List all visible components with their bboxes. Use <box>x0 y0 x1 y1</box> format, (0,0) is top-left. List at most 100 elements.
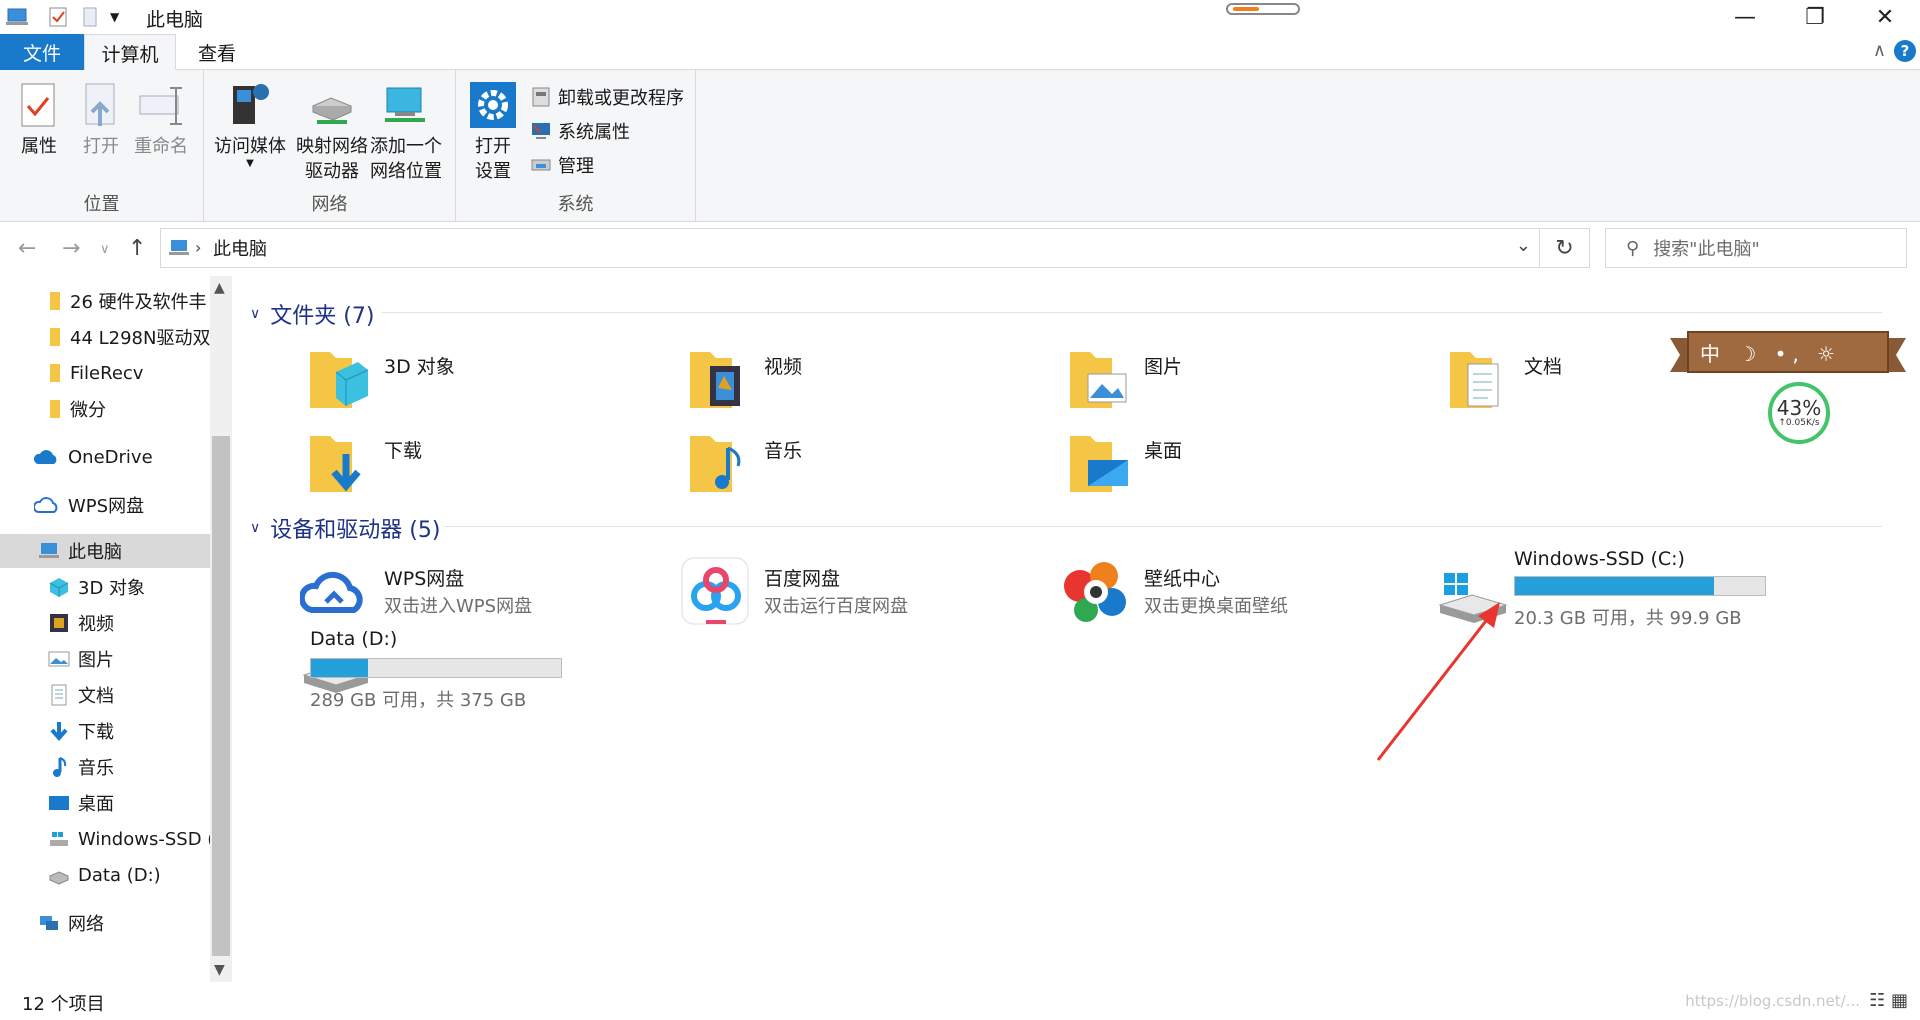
status-bar: 12 个项目 https://blog.csdn.net/... ☷ ▦ <box>0 982 1920 1020</box>
group-label-network: 网络 <box>311 194 348 215</box>
d-drive-usage-fill <box>311 659 369 677</box>
scroll-down-icon[interactable]: ▼ <box>214 962 225 978</box>
help-button[interactable]: ? <box>1894 40 1916 62</box>
open-settings-button[interactable]: 打开 设置 <box>468 80 518 184</box>
sidebar-item-d-drive[interactable]: Data (D:) <box>0 858 210 892</box>
sidebar-item-pictures[interactable]: 图片 <box>0 642 210 676</box>
quick-access-dropdown-icon[interactable]: ▼ <box>110 10 119 24</box>
computer-icon <box>169 240 189 255</box>
sidebar-item-network[interactable]: 网络 <box>0 906 210 940</box>
sidebar-item-wps[interactable]: WPS网盘 <box>0 488 210 522</box>
tab-computer[interactable]: 计算机 <box>84 34 176 71</box>
music-note-icon <box>53 757 67 777</box>
close-button[interactable]: ✕ <box>1850 0 1920 34</box>
recent-locations-icon[interactable]: ∨ <box>100 242 110 257</box>
section-folders[interactable]: ∨ 文件夹 (7) <box>250 298 374 330</box>
folder-icon <box>50 400 60 418</box>
drag-handle[interactable] <box>1226 3 1300 15</box>
device-d-drive[interactable]: Data (D:) 289 GB 可用，共 375 GB <box>300 628 720 711</box>
search-placeholder: 搜索"此电脑" <box>1653 239 1760 260</box>
search-icon: ⚲ <box>1626 237 1640 259</box>
sidebar-item-music[interactable]: 音乐 <box>0 750 210 784</box>
device-wps-cloud[interactable]: WPS网盘 双击进入WPS网盘 <box>300 556 680 636</box>
map-network-drive-button[interactable]: 映射网络 驱动器 <box>296 80 368 184</box>
onedrive-cloud-icon <box>34 450 57 464</box>
forward-arrow-icon[interactable]: → <box>62 236 80 261</box>
computer-icon[interactable] <box>6 6 30 28</box>
refresh-button[interactable]: ↻ <box>1540 228 1590 268</box>
picture-icon <box>48 651 70 667</box>
c-drive-usage-fill <box>1515 577 1715 595</box>
window-title: 此电脑 <box>146 9 204 31</box>
folder-music[interactable]: 音乐 <box>688 428 1048 508</box>
sidebar-item-downloads[interactable]: 下载 <box>0 714 210 748</box>
back-arrow-icon[interactable]: ← <box>18 236 36 261</box>
system-properties-icon <box>532 123 550 139</box>
sidebar-item-desktop[interactable]: 桌面 <box>0 786 210 820</box>
navigation-bar: ← → ∨ ↑ › 此电脑 ⌄ ↻ ⚲ 搜索"此电脑" <box>0 222 1920 276</box>
section-devices-header[interactable]: ∨ 设备和驱动器 (5) <box>250 512 440 544</box>
sidebar-item-c-drive[interactable]: Windows-SSD ( <box>0 822 210 856</box>
sidebar-item-folder-26[interactable]: 26 硬件及软件丰 <box>0 284 210 318</box>
sidebar-item-this-pc[interactable]: 此电脑 <box>0 534 210 568</box>
system-properties-button[interactable]: 系统属性 <box>530 118 630 144</box>
sidebar-item-3d-objects[interactable]: 3D 对象 <box>0 570 210 604</box>
view-details-icon[interactable]: ☷ ▦ <box>1869 990 1908 1011</box>
properties-quick-icon[interactable] <box>48 6 68 28</box>
document-icon <box>51 684 67 706</box>
settings-gear-icon <box>470 82 516 128</box>
folder-downloads[interactable]: 下载 <box>308 428 668 508</box>
scrollbar-thumb[interactable] <box>212 436 230 956</box>
baidu-netdisk-icon <box>681 557 749 625</box>
tab-view[interactable]: 查看 <box>180 34 254 70</box>
address-path: 此电脑 <box>213 239 267 260</box>
uninstall-programs-button[interactable]: 卸载或更改程序 <box>530 84 684 110</box>
uninstall-icon <box>532 87 550 107</box>
rename-icon <box>139 87 182 125</box>
download-arrow-icon <box>50 722 68 742</box>
sidebar-item-weifen[interactable]: 微分 <box>0 392 210 426</box>
scroll-up-icon[interactable]: ▲ <box>214 280 225 296</box>
sidebar-item-filerecv[interactable]: FileRecv <box>0 356 210 390</box>
d-drive-name: Data (D:) <box>310 628 398 650</box>
folder-desktop[interactable]: 桌面 <box>1068 428 1428 508</box>
device-baidu-cloud[interactable]: 百度网盘 双击运行百度网盘 <box>680 556 1060 636</box>
folder-pictures[interactable]: 图片 <box>1068 344 1428 424</box>
folder-icon <box>50 292 60 310</box>
sidebar-item-folder-44[interactable]: 44 L298N驱动双 <box>0 320 210 354</box>
rename-button[interactable]: 重命名 <box>134 80 188 159</box>
ribbon-group-network: 访问媒体 ▼ 映射网络 驱动器 添加一个 网络位置 网络 <box>204 70 456 222</box>
open-button[interactable]: 打开 <box>76 80 126 159</box>
path-chevron-icon[interactable]: › <box>195 238 201 257</box>
address-dropdown-icon[interactable]: ⌄ <box>1516 235 1531 256</box>
network-icon <box>40 916 58 930</box>
c-drive-usage-bar <box>1514 576 1766 596</box>
maximize-button[interactable]: ❐ <box>1780 0 1850 34</box>
watermark: https://blog.csdn.net/... <box>1685 992 1860 1010</box>
3d-objects-folder-icon <box>310 352 369 408</box>
tab-file[interactable]: 文件 <box>0 34 84 70</box>
sidebar-scrollbar[interactable]: ▲ ▼ <box>210 276 232 982</box>
wallpaper-center-icon <box>1064 562 1126 622</box>
up-arrow-icon[interactable]: ↑ <box>128 236 146 261</box>
folder-videos[interactable]: 视频 <box>688 344 1048 424</box>
manage-button[interactable]: 管理 <box>530 152 594 178</box>
sidebar-item-videos[interactable]: 视频 <box>0 606 210 640</box>
address-bar[interactable]: › 此电脑 ⌄ <box>160 228 1540 268</box>
properties-icon <box>21 83 55 127</box>
network-speed-widget[interactable]: 中 ☽ •, ☼ 43% ↑0.05K/s <box>1670 330 1906 444</box>
windows-drive-icon <box>50 832 68 846</box>
properties-button[interactable]: 属性 <box>14 80 64 159</box>
search-box[interactable]: ⚲ 搜索"此电脑" <box>1605 228 1907 268</box>
sidebar-item-documents[interactable]: 文档 <box>0 678 210 712</box>
new-folder-quick-icon[interactable] <box>82 6 98 28</box>
desktop-folder-icon <box>1070 436 1128 492</box>
collapse-ribbon-icon[interactable]: ∧ <box>1873 40 1886 61</box>
add-network-location-button[interactable]: 添加一个 网络位置 <box>370 80 442 184</box>
sidebar-item-onedrive[interactable]: OneDrive <box>0 440 210 474</box>
video-film-icon <box>50 614 68 632</box>
minimize-button[interactable]: — <box>1710 0 1780 34</box>
access-media-button[interactable]: 访问媒体 ▼ <box>214 80 286 169</box>
folder-3d-objects[interactable]: 3D 对象 <box>308 344 668 424</box>
group-label-location: 位置 <box>83 194 120 215</box>
